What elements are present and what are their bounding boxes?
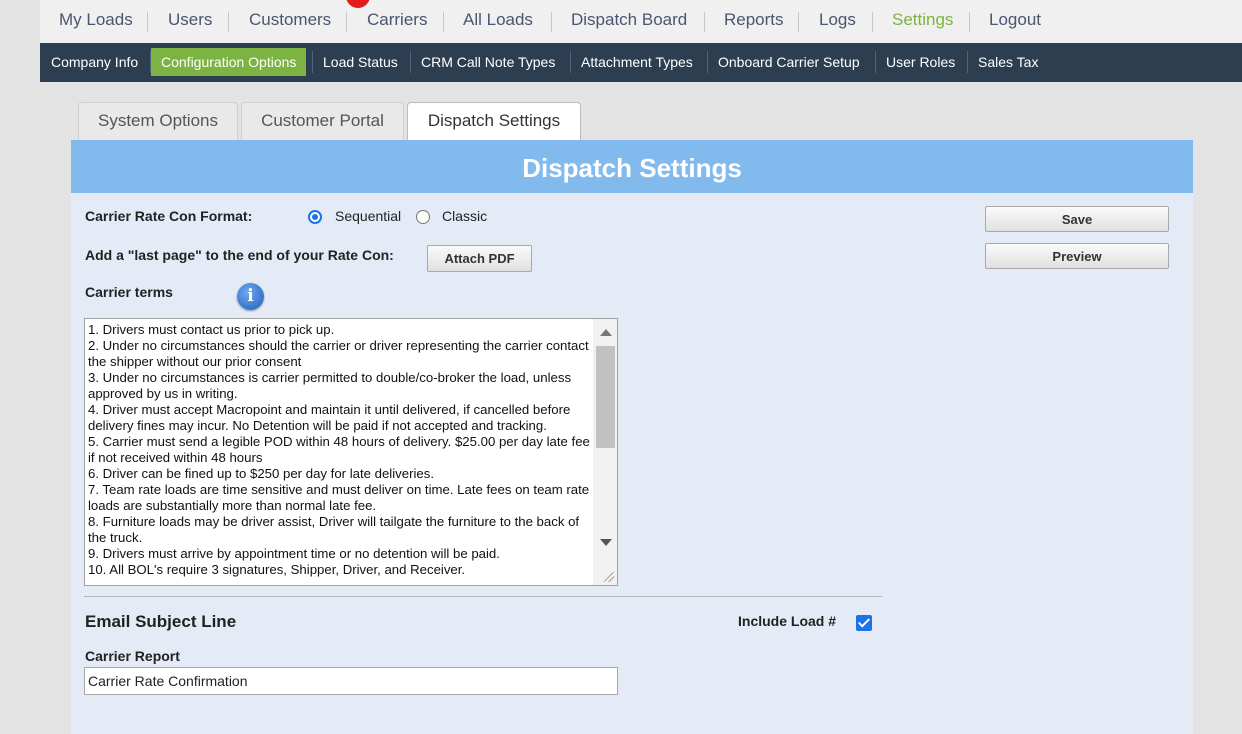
settings-subnav: Company Info Configuration Options Load …	[40, 43, 1242, 82]
subnav-crm-call-note-types[interactable]: CRM Call Note Types	[411, 48, 565, 76]
radio-classic[interactable]	[416, 210, 430, 224]
nav-separator	[443, 12, 444, 32]
terms-line: 6. Driver can be fined up to $250 per da…	[88, 466, 435, 481]
subnav-sales-tax[interactable]: Sales Tax	[968, 48, 1048, 76]
subnav-attachment-types[interactable]: Attachment Types	[571, 48, 703, 76]
tab-system-options[interactable]: System Options	[78, 102, 238, 140]
nav-carriers[interactable]: Carriers	[367, 0, 427, 40]
radio-classic-label[interactable]: Classic	[442, 208, 487, 224]
subnav-company-info[interactable]: Company Info	[41, 48, 148, 76]
nav-logs[interactable]: Logs	[819, 0, 856, 40]
panel-title: Dispatch Settings	[71, 140, 1193, 193]
radio-sequential-label[interactable]: Sequential	[335, 208, 401, 224]
tab-customer-portal[interactable]: Customer Portal	[241, 102, 404, 140]
carrier-report-label: Carrier Report	[85, 648, 180, 664]
carrier-report-input[interactable]: Carrier Rate Confirmation	[84, 667, 618, 695]
last-page-label: Add a "last page" to the end of your Rat…	[85, 247, 394, 263]
scroll-down-arrow-icon[interactable]	[600, 539, 612, 546]
resize-grip-icon[interactable]	[604, 572, 614, 582]
scroll-thumb[interactable]	[596, 346, 615, 448]
nav-all-loads[interactable]: All Loads	[463, 0, 533, 40]
tab-dispatch-settings[interactable]: Dispatch Settings	[407, 102, 581, 141]
attach-pdf-button[interactable]: Attach PDF	[427, 245, 532, 272]
include-load-checkbox[interactable]	[856, 615, 872, 631]
radio-sequential[interactable]	[308, 210, 322, 224]
carrier-terms-text[interactable]: 1. Drivers must contact us prior to pick…	[88, 322, 592, 578]
email-subject-title: Email Subject Line	[85, 612, 237, 631]
terms-line: 7. Team rate loads are time sensitive an…	[88, 482, 590, 513]
terms-line: 4. Driver must accept Macropoint and mai…	[88, 402, 571, 433]
rate-con-format-label: Carrier Rate Con Format:	[85, 208, 253, 224]
nav-settings[interactable]: Settings	[892, 0, 953, 40]
nav-separator	[228, 12, 229, 32]
terms-line: 1. Drivers must contact us prior to pick…	[88, 322, 335, 337]
terms-line: 5. Carrier must send a legible POD withi…	[88, 434, 590, 465]
preview-button[interactable]: Preview	[985, 243, 1169, 269]
terms-line: 10. All BOL's require 3 signatures, Ship…	[88, 562, 466, 577]
nav-customers[interactable]: Customers	[249, 0, 331, 40]
nav-logout[interactable]: Logout	[989, 0, 1041, 40]
terms-line: 9. Drivers must arrive by appointment ti…	[88, 546, 500, 561]
top-nav: My Loads Users Customers Carriers All Lo…	[40, 0, 1242, 44]
info-icon[interactable]: i	[237, 283, 264, 310]
nav-dispatch-board[interactable]: Dispatch Board	[571, 0, 687, 40]
subnav-configuration-options[interactable]: Configuration Options	[151, 48, 307, 76]
section-divider	[84, 596, 882, 597]
nav-users[interactable]: Users	[168, 0, 212, 40]
nav-separator	[147, 12, 148, 32]
subnav-load-status[interactable]: Load Status	[313, 48, 408, 76]
terms-line: 2. Under no circumstances should the car…	[88, 338, 589, 369]
terms-scrollbar[interactable]	[593, 319, 617, 585]
nav-separator	[872, 12, 873, 32]
scroll-up-arrow-icon[interactable]	[600, 329, 612, 336]
nav-separator	[551, 12, 552, 32]
terms-line: 8. Furniture loads may be driver assist,…	[88, 514, 580, 545]
nav-my-loads[interactable]: My Loads	[59, 0, 133, 40]
nav-separator	[704, 12, 705, 32]
nav-reports[interactable]: Reports	[724, 0, 784, 40]
include-load-label: Include Load #	[738, 613, 837, 629]
carrier-terms-label: Carrier terms	[85, 284, 173, 300]
nav-separator	[798, 12, 799, 32]
subnav-onboard-carrier-setup[interactable]: Onboard Carrier Setup	[708, 48, 870, 76]
nav-separator	[346, 12, 347, 32]
carrier-terms-textarea[interactable]: 1. Drivers must contact us prior to pick…	[84, 318, 618, 586]
subnav-user-roles[interactable]: User Roles	[876, 48, 965, 76]
terms-line: 3. Under no circumstances is carrier per…	[88, 370, 572, 401]
save-button[interactable]: Save	[985, 206, 1169, 232]
nav-separator	[969, 12, 970, 32]
